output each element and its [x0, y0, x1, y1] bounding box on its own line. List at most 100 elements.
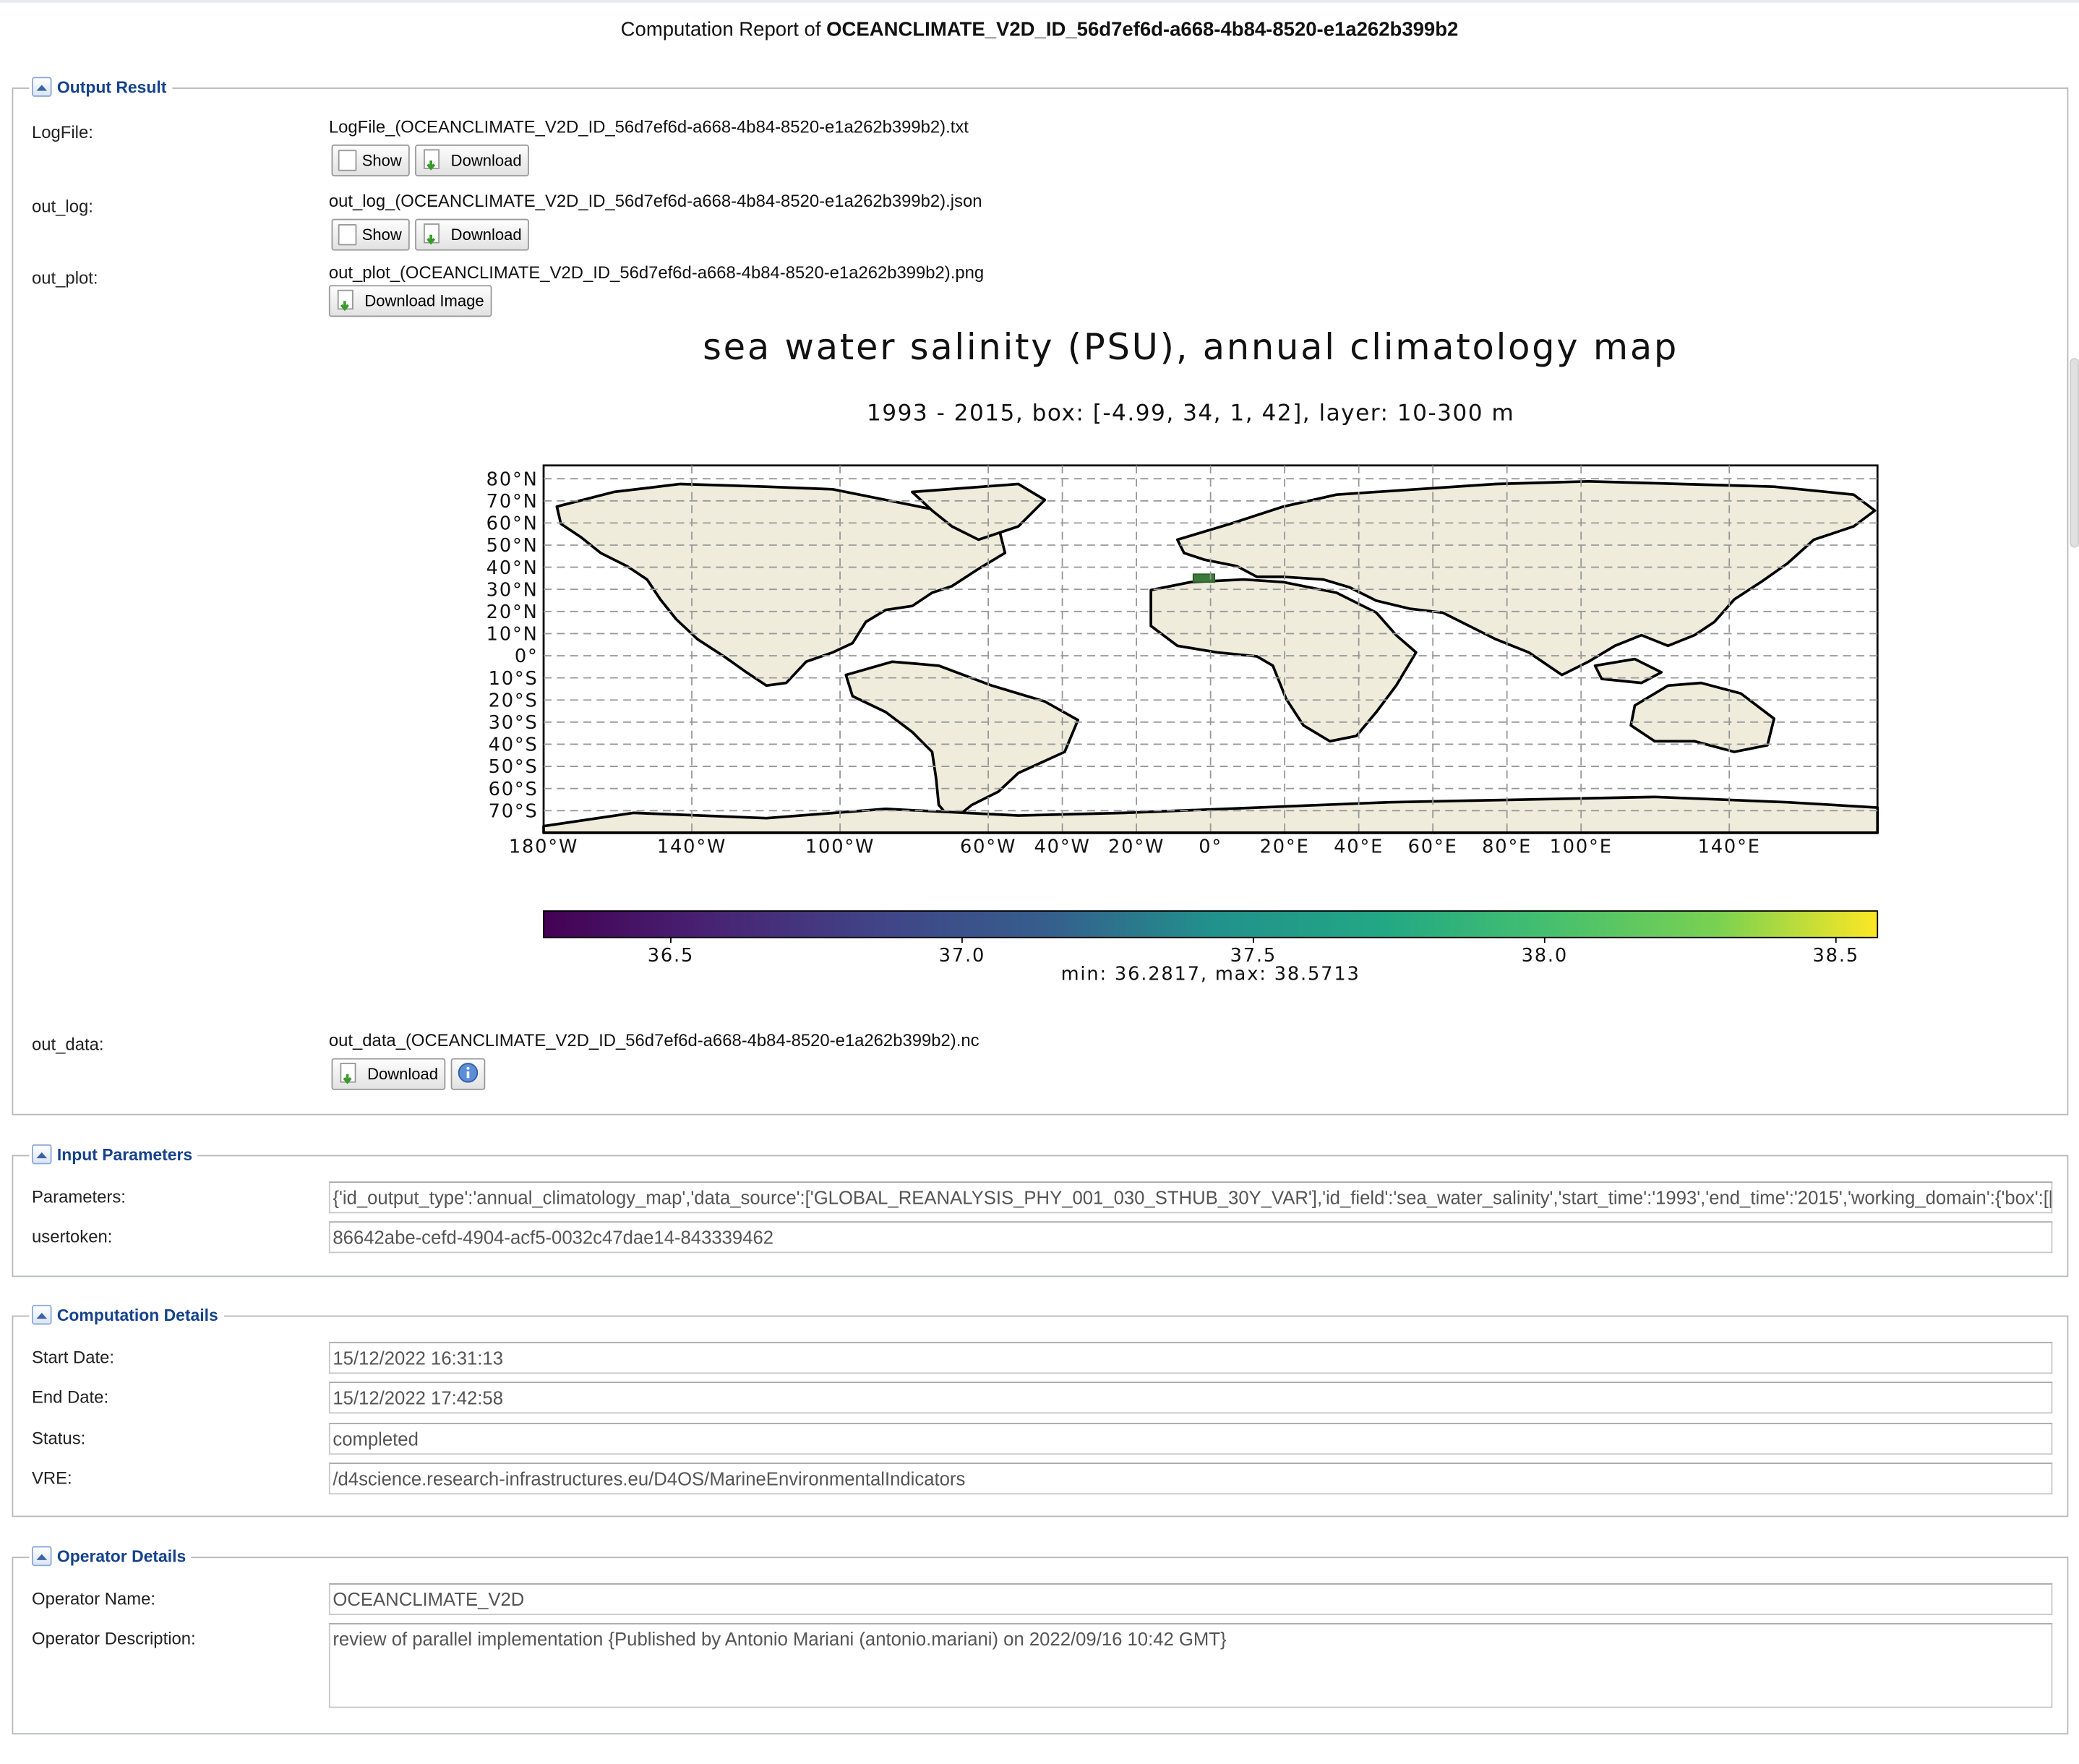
status-label: Status:	[32, 1428, 86, 1448]
out-data-label: out_data:	[32, 1034, 104, 1055]
lat-tick-label: 80°N	[486, 468, 539, 490]
input-parameters-legend[interactable]: Input Parameters	[29, 1144, 198, 1165]
lat-tick-label: 60°S	[489, 779, 539, 800]
lon-tick-label: 20°W	[1108, 836, 1165, 857]
start-date-label: Start Date:	[32, 1347, 114, 1368]
lon-tick-label: 140°W	[657, 836, 726, 857]
input-parameters-panel: Input Parameters Parameters: {'id_output…	[12, 1144, 2069, 1277]
out-data-download-button[interactable]: Download	[331, 1058, 446, 1090]
download-icon	[335, 289, 359, 313]
lat-tick-label: 10°N	[486, 624, 539, 646]
logfile-show-button[interactable]: Show	[331, 144, 410, 176]
collapse-icon[interactable]	[32, 1144, 52, 1165]
logfile-name: LogFile_(OCEANCLIMATE_V2D_ID_56d7ef6d-a6…	[328, 116, 969, 137]
colorbar	[543, 910, 1879, 938]
download-label: Download	[450, 151, 522, 170]
lon-tick-label: 60°E	[1408, 836, 1458, 857]
out-data-info-button[interactable]	[451, 1058, 486, 1090]
operator-name-label: Operator Name:	[32, 1588, 155, 1609]
lat-tick-label: 70°N	[486, 491, 539, 513]
download-image-label: Download Image	[364, 291, 484, 311]
plot-subtitle: 1993 - 2015, box: [-4.99, 34, 1, 42], la…	[867, 400, 1514, 426]
out-plot-download-image-button[interactable]: Download Image	[328, 285, 492, 317]
operator-details-panel: Operator Details Operator Name: OCEANCLI…	[12, 1546, 2069, 1735]
colorbar-tick-label: 38.5	[1813, 945, 1859, 967]
output-result-panel: Output Result LogFile: LogFile_(OCEANCLI…	[12, 77, 2069, 1116]
computation-report-page: Computation Report of OCEANCLIMATE_V2D_I…	[0, 0, 2079, 1763]
out-data-name: out_data_(OCEANCLIMATE_V2D_ID_56d7ef6d-a…	[328, 1030, 980, 1050]
vre-label: VRE:	[32, 1468, 72, 1488]
input-parameters-title: Input Parameters	[56, 1144, 193, 1164]
operator-description-label: Operator Description:	[32, 1628, 196, 1648]
colorbar-caption: min: 36.2817, max: 38.5713	[1061, 963, 1360, 985]
download-icon	[338, 1062, 362, 1086]
colorbar-tick-label: 36.5	[648, 945, 694, 967]
download-icon	[421, 148, 445, 172]
out-log-label: out_log:	[32, 196, 93, 216]
lon-tick-label: 100°W	[805, 836, 875, 857]
vre-field[interactable]: /d4science.research-infrastructures.eu/D…	[328, 1463, 2053, 1495]
collapse-icon[interactable]	[32, 1546, 52, 1567]
computation-id: OCEANCLIMATE_V2D_ID_56d7ef6d-a668-4b84-8…	[826, 18, 1459, 41]
out-log-name: out_log_(OCEANCLIMATE_V2D_ID_56d7ef6d-a6…	[328, 191, 982, 211]
lat-tick-label: 60°N	[486, 513, 539, 535]
lat-tick-label: 30°N	[486, 579, 539, 601]
title-prefix: Computation Report of	[620, 18, 821, 41]
document-icon	[338, 223, 357, 246]
computation-details-panel: Computation Details Start Date: 15/12/20…	[12, 1304, 2069, 1517]
logfile-download-button[interactable]: Download	[415, 144, 530, 176]
lat-tick-label: 20°S	[489, 690, 539, 711]
download-icon	[421, 223, 445, 247]
out-log-show-button[interactable]: Show	[331, 218, 410, 251]
lat-tick-label: 50°N	[486, 535, 539, 557]
colorbar-ticks: 36.5 37.0 37.5 38.0 38.5	[648, 937, 1859, 967]
page-title: Computation Report of OCEANCLIMATE_V2D_I…	[0, 3, 2079, 56]
longitude-ticks: 180°W 140°W 100°W 60°W 40°W 20°W 0° 20°E 40°E 60°…	[509, 836, 1759, 857]
end-date-label: End Date:	[32, 1387, 109, 1408]
usertoken-field[interactable]: 86642abe-cefd-4904-acf5-0032c47dae14-843…	[328, 1221, 2053, 1254]
colorbar-tick-label: 38.0	[1522, 945, 1568, 967]
out-log-download-button[interactable]: Download	[415, 218, 530, 251]
parameters-label: Parameters:	[32, 1186, 126, 1207]
world-map: 80°N70°N60°N50°N40°N30°N20°N10°N0°10°S20…	[486, 464, 1879, 857]
plot-title: sea water salinity (PSU), annual climato…	[703, 327, 1679, 368]
lat-tick-label: 30°S	[489, 712, 539, 734]
status-field[interactable]: completed	[328, 1423, 2053, 1455]
end-date-field[interactable]: 15/12/2022 17:42:58	[328, 1382, 2053, 1414]
download-label: Download	[367, 1064, 438, 1084]
parameters-field[interactable]: {'id_output_type':'annual_climatology_ma…	[328, 1181, 2053, 1214]
lat-tick-label: 40°N	[486, 557, 539, 579]
show-label: Show	[361, 225, 402, 244]
out-plot-label: out_plot:	[32, 267, 98, 288]
collapse-icon[interactable]	[32, 1304, 52, 1325]
output-result-title: Output Result	[56, 77, 167, 96]
out-plot-name: out_plot_(OCEANCLIMATE_V2D_ID_56d7ef6d-a…	[328, 262, 985, 283]
usertoken-label: usertoken:	[32, 1226, 113, 1247]
study-box	[1192, 573, 1216, 583]
lon-tick-label: 60°W	[960, 836, 1016, 857]
info-icon	[458, 1061, 479, 1087]
lon-tick-label: 40°E	[1334, 836, 1384, 857]
latitude-ticks: 80°N70°N60°N50°N40°N30°N20°N10°N0°10°S20…	[486, 468, 539, 822]
lon-tick-label: 180°W	[509, 836, 578, 857]
operator-description-field[interactable]: review of parallel implementation {Publi…	[328, 1623, 2053, 1708]
page-scrollbar[interactable]	[2070, 358, 2079, 548]
lat-tick-label: 50°S	[489, 756, 539, 778]
lat-tick-label: 70°S	[489, 800, 539, 822]
download-label: Download	[450, 225, 522, 244]
operator-details-title: Operator Details	[56, 1546, 187, 1566]
document-icon	[338, 150, 357, 171]
colorbar-tick-label: 37.0	[939, 945, 985, 967]
output-result-legend[interactable]: Output Result	[29, 77, 172, 97]
lat-tick-label: 40°S	[489, 735, 539, 756]
lon-tick-label: 0°	[1199, 836, 1222, 857]
collapse-icon[interactable]	[32, 77, 52, 97]
operator-details-legend[interactable]: Operator Details	[29, 1546, 192, 1567]
lon-tick-label: 20°E	[1260, 836, 1310, 857]
computation-details-legend[interactable]: Computation Details	[29, 1304, 224, 1325]
lon-tick-label: 80°E	[1482, 836, 1532, 857]
start-date-field[interactable]: 15/12/2022 16:31:13	[328, 1342, 2053, 1374]
operator-name-field[interactable]: OCEANCLIMATE_V2D	[328, 1583, 2053, 1616]
lat-tick-label: 0°	[515, 646, 539, 667]
lat-tick-label: 20°N	[486, 601, 539, 623]
